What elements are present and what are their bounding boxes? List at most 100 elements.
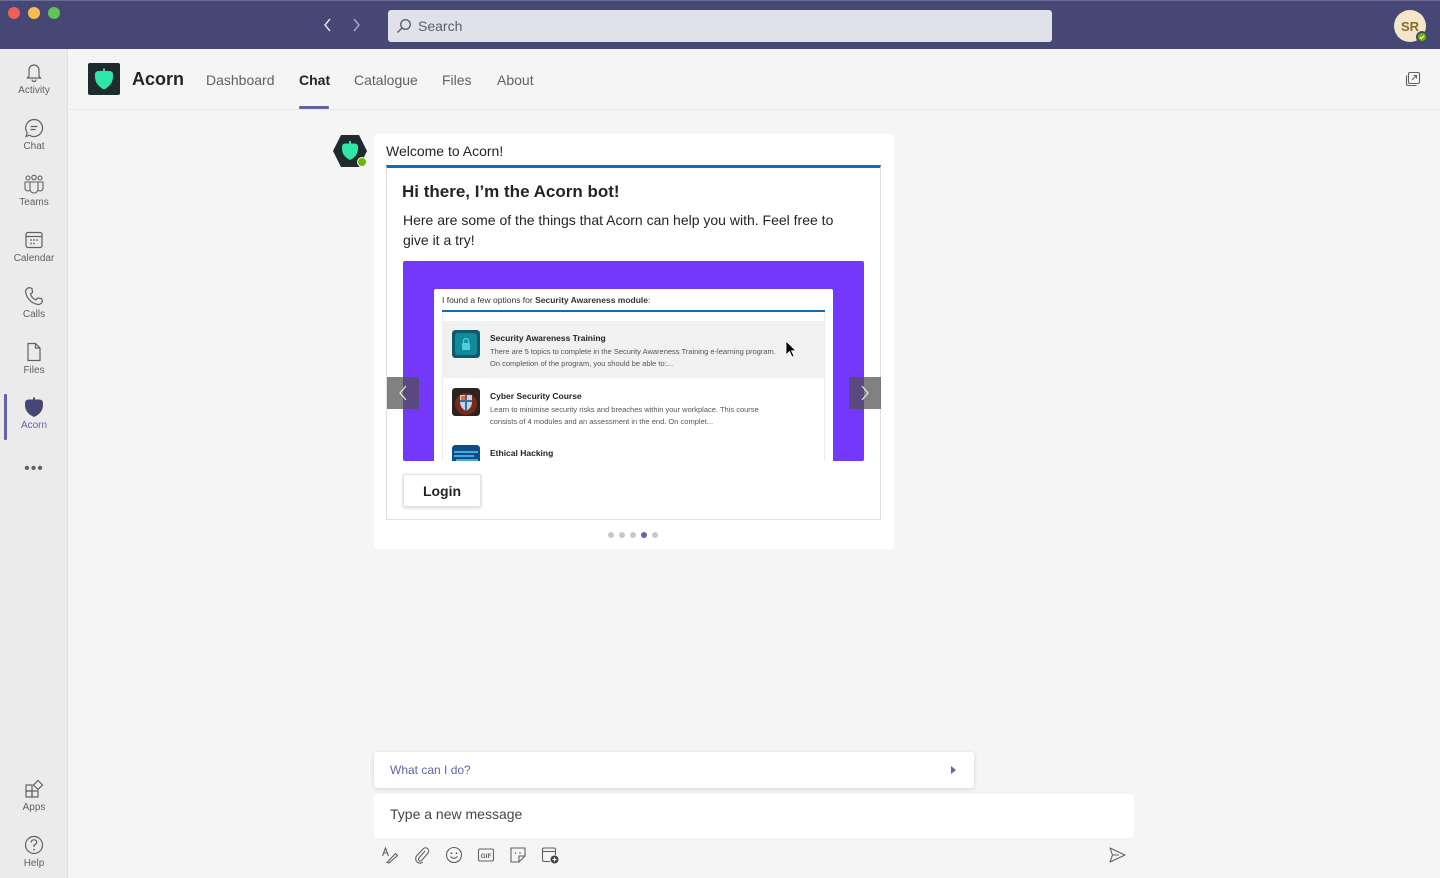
search-box[interactable] (388, 10, 1052, 42)
acorn-logo-icon (95, 68, 113, 90)
rail-item-acorn[interactable]: Acorn (0, 394, 68, 446)
bot-presence-icon (357, 157, 367, 167)
result-description: Learn to minimise security risks and bre… (490, 405, 759, 426)
format-icon (381, 846, 399, 864)
tab-about[interactable]: About (497, 72, 534, 88)
carousel-dot[interactable] (608, 532, 614, 538)
apps-icon (25, 779, 44, 798)
gif-icon: GIF (477, 848, 495, 862)
search-input[interactable] (418, 18, 1052, 34)
sticker-icon (510, 847, 526, 863)
result-description: There are 5 topics to complete in the Se… (490, 347, 776, 368)
window-minimize-button[interactable] (28, 7, 40, 19)
rail-label: Calendar (13, 253, 55, 264)
rail-item-apps[interactable]: Apps (0, 776, 68, 828)
code-icon (452, 445, 480, 461)
rail-item-activity[interactable]: Activity (0, 59, 68, 111)
phone-icon (24, 286, 44, 306)
shield-icon (452, 388, 480, 416)
rail-label: Teams (19, 197, 49, 208)
message-composer[interactable] (374, 794, 1134, 838)
gif-button[interactable]: GIF (475, 844, 497, 866)
rail-item-calendar[interactable]: Calendar (0, 227, 68, 279)
svg-text:GIF: GIF (481, 853, 492, 860)
carousel-dot[interactable] (630, 532, 636, 538)
carousel-pagination (608, 532, 658, 538)
tab-catalogue[interactable]: Catalogue (354, 72, 418, 88)
card-body: Here are some of the things that Acorn c… (403, 212, 834, 248)
result-title: Cyber Security Course (490, 391, 582, 401)
search-icon (397, 19, 411, 33)
user-avatar[interactable]: SR (1394, 10, 1428, 43)
active-indicator (4, 394, 7, 440)
result-title: Ethical Hacking (490, 448, 554, 458)
window-maximize-button[interactable] (48, 7, 60, 19)
presence-available-icon (1416, 31, 1428, 43)
rail-label: Help (23, 858, 45, 869)
rail-label: Chat (23, 141, 45, 152)
rail-item-chat[interactable]: Chat (0, 115, 68, 167)
send-button[interactable] (1106, 844, 1128, 866)
app-header: Acorn Dashboard Chat Catalogue Files Abo… (69, 49, 1440, 110)
list-item[interactable]: Ethical Hacking (443, 436, 824, 461)
lock-icon (452, 330, 480, 358)
app-logo (88, 63, 120, 95)
mouse-cursor-icon (785, 340, 797, 358)
attach-icon (415, 847, 430, 864)
attach-button[interactable] (411, 844, 433, 866)
carousel-dot-active[interactable] (641, 532, 647, 538)
sticker-button[interactable] (507, 844, 529, 866)
calendar-icon (25, 231, 43, 249)
schedule-meeting-button[interactable] (539, 844, 561, 866)
rail-item-files[interactable]: Files (0, 339, 68, 391)
back-button[interactable] (318, 13, 338, 37)
play-arrow-icon (951, 766, 956, 774)
acorn-icon (25, 397, 43, 417)
active-tab-underline (299, 106, 329, 109)
user-initials: SR (1400, 18, 1420, 34)
forward-button[interactable] (346, 13, 366, 37)
bot-message: Welcome to Acorn! Hi there, I’m the Acor… (374, 134, 894, 549)
results-intro: I found a few options for Security Aware… (442, 295, 651, 305)
help-icon (24, 835, 44, 855)
result-title: Security Awareness Training (490, 333, 606, 343)
carousel-dot[interactable] (652, 532, 658, 538)
adaptive-card: Hi there, I’m the Acorn bot! Here are so… (386, 165, 881, 520)
carousel-next-button[interactable] (849, 377, 881, 409)
send-icon (1109, 847, 1126, 863)
tab-dashboard[interactable]: Dashboard (206, 72, 275, 88)
more-apps-button[interactable]: ••• (0, 459, 68, 479)
tab-files[interactable]: Files (442, 72, 472, 88)
chat-icon (25, 118, 44, 138)
carousel-prev-button[interactable] (387, 377, 419, 409)
suggested-action-label: What can I do? (390, 763, 471, 777)
window-close-button[interactable] (8, 7, 20, 19)
card-heading: Hi there, I’m the Acorn bot! (402, 182, 620, 201)
file-icon (27, 342, 41, 362)
chevron-right-icon (861, 385, 869, 401)
format-button[interactable] (379, 844, 401, 866)
teams-icon (24, 174, 44, 194)
message-title: Welcome to Acorn! (386, 143, 504, 159)
preview-results-card: I found a few options for Security Aware… (434, 289, 833, 461)
suggested-action-button[interactable]: What can I do? (374, 752, 974, 788)
tab-chat[interactable]: Chat (299, 72, 330, 88)
rail-item-teams[interactable]: Teams (0, 171, 68, 223)
login-button[interactable]: Login (403, 474, 481, 507)
rail-item-help[interactable]: Help (0, 832, 68, 878)
message-input[interactable] (390, 806, 1110, 822)
chevron-left-icon (324, 18, 331, 32)
carousel-dot[interactable] (619, 532, 625, 538)
app-name: Acorn (132, 69, 185, 89)
title-bar: SR (0, 0, 1440, 49)
rail-label: Acorn (20, 420, 48, 431)
emoji-button[interactable] (443, 844, 465, 866)
rail-item-calls[interactable]: Calls (0, 283, 68, 335)
rail-label: Activity (18, 85, 50, 96)
card-hero-image: I found a few options for Security Aware… (403, 261, 864, 461)
app-rail: Activity Chat Teams Calendar Calls Files… (0, 49, 68, 878)
rail-label: Calls (22, 309, 46, 320)
popout-icon[interactable] (1405, 71, 1421, 87)
list-item[interactable]: Cyber Security Course Learn to minimise … (443, 379, 824, 436)
list-item[interactable]: Security Awareness Training There are 5 … (443, 321, 824, 378)
